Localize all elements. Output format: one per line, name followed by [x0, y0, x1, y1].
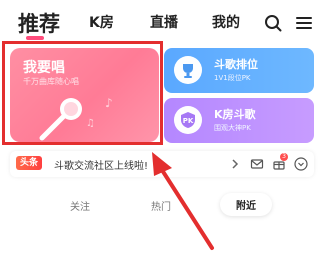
- top-navigation: 推荐 K房 直播 我的: [0, 0, 320, 44]
- feed-tab-hot[interactable]: 热门: [151, 198, 171, 213]
- feed-tab-nearby[interactable]: 附近: [220, 193, 272, 216]
- tab-live[interactable]: 直播: [150, 12, 178, 32]
- search-icon[interactable]: [264, 14, 282, 32]
- chevron-right-icon[interactable]: [228, 157, 242, 171]
- trophy-icon: [174, 56, 202, 84]
- tab-k-room[interactable]: K房: [89, 12, 114, 32]
- pk-icon-text: PK: [183, 117, 194, 125]
- menu-icon[interactable]: [296, 15, 312, 31]
- rank-card-subtitle: 1V1段位PK: [214, 74, 251, 82]
- active-tab-indicator: [26, 36, 44, 40]
- pk-card[interactable]: PK K房斗歌 围观大神PK: [164, 98, 314, 143]
- feed-tab-follow[interactable]: 关注: [70, 198, 90, 213]
- notification-badge: 3: [280, 153, 288, 161]
- pk-shield-icon: PK: [174, 106, 202, 134]
- tab-recommend[interactable]: 推荐: [18, 8, 60, 38]
- mail-icon[interactable]: [250, 157, 264, 171]
- expand-down-icon[interactable]: [294, 157, 308, 171]
- rank-card[interactable]: 斗歌排位 1V1段位PK: [164, 48, 314, 93]
- headline-text[interactable]: 斗歌交流社区上线啦!: [54, 157, 148, 172]
- pk-card-title: K房斗歌: [214, 108, 256, 121]
- rank-card-title: 斗歌排位: [214, 58, 258, 71]
- highlight-box: [2, 41, 163, 145]
- headline-tag: 头条: [16, 156, 43, 170]
- tab-mine[interactable]: 我的: [212, 12, 240, 32]
- headline-bar[interactable]: 头条 斗歌交流社区上线啦! 3: [10, 151, 314, 177]
- pk-card-subtitle: 围观大神PK: [214, 124, 251, 132]
